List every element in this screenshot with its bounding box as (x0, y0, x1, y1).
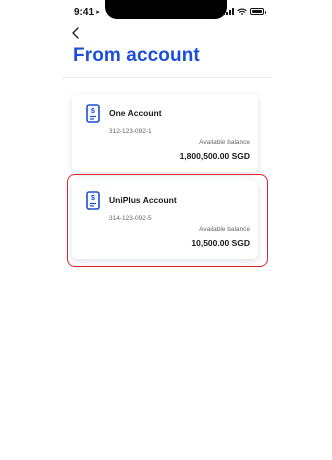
dollar-document-icon: $ (86, 104, 100, 123)
status-time-text: 9:41 (74, 7, 95, 18)
back-button[interactable] (70, 24, 86, 42)
battery-icon (250, 8, 266, 15)
dollar-document-icon: $ (86, 191, 100, 210)
balance-value: 1,800,500.00 SGD (179, 151, 250, 161)
wifi-icon (237, 8, 247, 15)
account-card-one-account[interactable]: $ One Account 312-123-092-1 Available ba… (72, 94, 258, 172)
balance-label: Available balance (199, 226, 250, 233)
balance-label: Available balance (199, 139, 250, 146)
status-icons (223, 8, 266, 15)
account-number: 314-123-092-5 (109, 215, 152, 222)
account-number: 312-123-092-1 (109, 128, 152, 135)
header-divider (62, 77, 272, 78)
location-arrow-icon: ➤ (95, 10, 101, 16)
device-notch (105, 0, 227, 19)
page-title: From account (73, 45, 200, 66)
svg-text:$: $ (91, 195, 95, 202)
balance-value: 10,500.00 SGD (191, 238, 250, 248)
cellular-signal-icon (223, 8, 234, 15)
account-name: UniPlus Account (109, 195, 177, 205)
status-time: 9:41➤ (74, 7, 100, 18)
account-name: One Account (109, 108, 162, 118)
chevron-left-icon (72, 27, 79, 39)
from-account-screen: 9:41➤ From account $ One Account 312-123… (62, 0, 272, 460)
svg-text:$: $ (91, 108, 95, 115)
status-bar: 9:41➤ (62, 0, 272, 24)
account-card-uniplus-account[interactable]: $ UniPlus Account 314-123-092-5 Availabl… (72, 181, 258, 259)
